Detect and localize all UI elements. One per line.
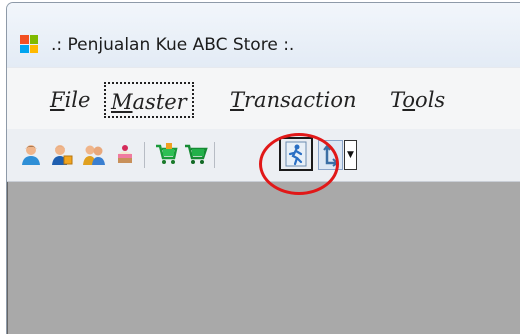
logo-tile-blue bbox=[20, 44, 29, 53]
mdi-workspace bbox=[7, 182, 520, 334]
menu-bar: File Master Transaction Tools bbox=[7, 67, 520, 130]
menu-tools[interactable]: Tools bbox=[385, 82, 450, 118]
menu-master-accel: M bbox=[111, 90, 133, 114]
logo-tile-red bbox=[20, 35, 29, 44]
users-group-icon[interactable] bbox=[82, 142, 106, 166]
menu-file[interactable]: File bbox=[45, 82, 95, 118]
cake-icon[interactable] bbox=[113, 142, 137, 166]
menu-tools-label: ols bbox=[415, 88, 446, 112]
user-icon[interactable] bbox=[19, 142, 43, 166]
menu-tools-pre: T bbox=[390, 88, 403, 112]
app-window: .: Penjualan Kue ABC Store :. File Maste… bbox=[6, 2, 520, 334]
menu-file-accel: F bbox=[50, 88, 65, 112]
title-bar[interactable]: .: Penjualan Kue ABC Store :. bbox=[7, 3, 520, 67]
user-box-icon[interactable] bbox=[50, 142, 74, 166]
window-title: .: Penjualan Kue ABC Store :. bbox=[51, 35, 295, 55]
menu-transaction[interactable]: Transaction bbox=[225, 82, 361, 118]
app-logo-icon[interactable] bbox=[20, 35, 38, 53]
menu-master[interactable]: Master bbox=[104, 82, 194, 118]
update-icon[interactable] bbox=[318, 140, 343, 170]
exit-running-man-icon[interactable] bbox=[279, 137, 313, 171]
toolbar: ▼ bbox=[7, 129, 520, 182]
menu-transaction-accel: T bbox=[230, 88, 245, 112]
logo-tile-green bbox=[29, 35, 38, 44]
menu-file-label: ile bbox=[64, 88, 91, 112]
chevron-down-icon[interactable]: ▼ bbox=[344, 140, 357, 170]
menu-tools-accel: o bbox=[402, 88, 416, 112]
toolbar-separator bbox=[144, 142, 145, 168]
cart-in-icon[interactable] bbox=[154, 142, 178, 166]
menu-master-label: aster bbox=[132, 90, 187, 114]
toolbar-separator bbox=[214, 142, 215, 168]
logo-tile-yellow bbox=[29, 44, 38, 53]
cart-icon[interactable] bbox=[184, 142, 208, 166]
menu-transaction-label: ransaction bbox=[244, 88, 357, 112]
